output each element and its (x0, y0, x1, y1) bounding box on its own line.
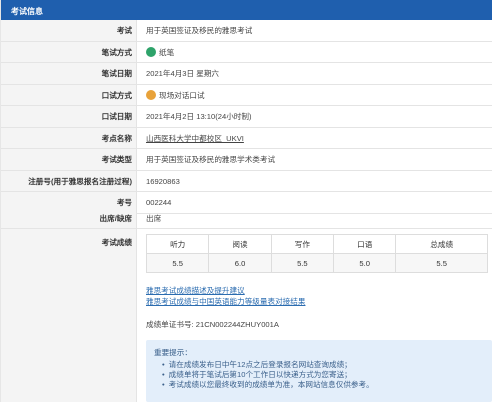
pen-icon (146, 46, 156, 57)
important-notice: 重要提示： 请在成绩发布日中午12点之后登录报名网站查询成绩； 成绩单将于笔试后… (146, 340, 492, 402)
venue-link[interactable]: 山西医科大学中都校区_UKVI (146, 128, 244, 149)
row-label: 口试日期 (1, 106, 137, 127)
reading-score: 6.0 (208, 253, 272, 273)
row-registration: 注册号(用于雅思报名注册过程) 16920863 (1, 170, 492, 192)
notice-title: 重要提示： (154, 348, 192, 357)
reading-header: 阅读 (208, 234, 272, 254)
row-value: 用于英国签证及移民的雅思考试 (146, 26, 253, 35)
row-written-mode: 笔试方式 纸笔 (1, 41, 492, 63)
panel-header: 考试信息 (1, 0, 492, 20)
writing-header: 写作 (270, 234, 335, 254)
row-value: 纸笔 (146, 42, 174, 63)
speaking-score: 5.0 (333, 253, 397, 273)
listening-header: 听力 (145, 234, 210, 254)
row-label: 注册号(用于雅思报名注册过程) (1, 170, 137, 191)
notice-item: 请在成绩发布日中午12点之后登录报名网站查询成绩； (162, 360, 484, 370)
exam-info-panel: 考试信息 考试 用于英国签证及移民的雅思考试 笔试方式 纸笔 笔试日期 2021… (0, 0, 499, 402)
scores-table: 听力 阅读 写作 口语 总成绩 5.5 6.0 5.5 5.0 5.5 (145, 234, 488, 273)
row-value: 16920863 (146, 176, 180, 186)
row-label: 考试 (1, 20, 137, 41)
cse-alignment-link[interactable]: 雅思考试成绩与中国英语能力等级量表对接结果 (146, 296, 305, 307)
speaking-header: 口语 (333, 234, 397, 254)
row-label: 口试方式 (1, 84, 137, 105)
speech-icon (146, 89, 156, 100)
writing-score: 5.5 (270, 253, 335, 273)
row-written-date: 笔试日期 2021年4月3日 星期六 (1, 63, 492, 85)
row-label: 考点名称 (1, 127, 137, 148)
notice-list: 请在成绩发布日中午12点之后登录报名网站查询成绩； 成绩单将于笔试后第10个工作… (154, 360, 484, 390)
panel-title: 考试信息 (11, 7, 43, 16)
row-value: 出席 (146, 213, 162, 223)
row-value: 用于英国签证及移民的雅思学术类考试 (146, 155, 276, 164)
overall-header: 总成绩 (395, 234, 488, 254)
row-value: 2021年4月3日 星期六 (146, 69, 220, 78)
score-links: 雅思考试成绩描述及提升建议 雅思考试成绩与中国英语能力等级量表对接结果 (146, 285, 305, 307)
scores-label: 考试成绩 (1, 229, 137, 402)
speaking-mode-text: 现场对话口试 (159, 90, 205, 100)
listening-score: 5.5 (145, 253, 210, 273)
row-speaking-mode: 口试方式 现场对话口试 (1, 84, 492, 106)
overall-score: 5.5 (395, 253, 488, 273)
row-exam: 考试 用于英国签证及移民的雅思考试 (1, 20, 492, 42)
row-value: 2021年4月2日 13:10(24小时制) (146, 112, 252, 121)
scores-value-row: 5.5 6.0 5.5 5.0 5.5 (145, 253, 488, 273)
score-description-link[interactable]: 雅思考试成绩描述及提升建议 (146, 285, 305, 296)
row-exam-type: 考试类型 用于英国签证及移民的雅思学术类考试 (1, 149, 492, 171)
notice-item: 成绩单将于笔试后第10个工作日以快递方式为您寄送； (162, 370, 484, 380)
row-label: 出席/缺席 (1, 207, 137, 228)
row-value: 现场对话口试 (146, 85, 205, 106)
row-label: 笔试日期 (1, 63, 137, 84)
row-speaking-date: 口试日期 2021年4月2日 13:10(24小时制) (1, 106, 492, 128)
row-attendance: 出席/缺席 出席 (1, 207, 492, 229)
row-label: 笔试方式 (1, 41, 137, 62)
scores-header-row: 听力 阅读 写作 口语 总成绩 (145, 234, 488, 254)
certificate-number: 成绩单证书号: 21CN002244ZHUY001A (146, 320, 279, 329)
row-label: 考试类型 (1, 149, 137, 170)
written-mode-text: 纸笔 (159, 47, 175, 57)
row-venue: 考点名称 山西医科大学中都校区_UKVI (1, 127, 492, 149)
notice-item: 考试成绩以您最终收到的成绩单为准，本网站信息仅供参考。 (162, 380, 484, 390)
